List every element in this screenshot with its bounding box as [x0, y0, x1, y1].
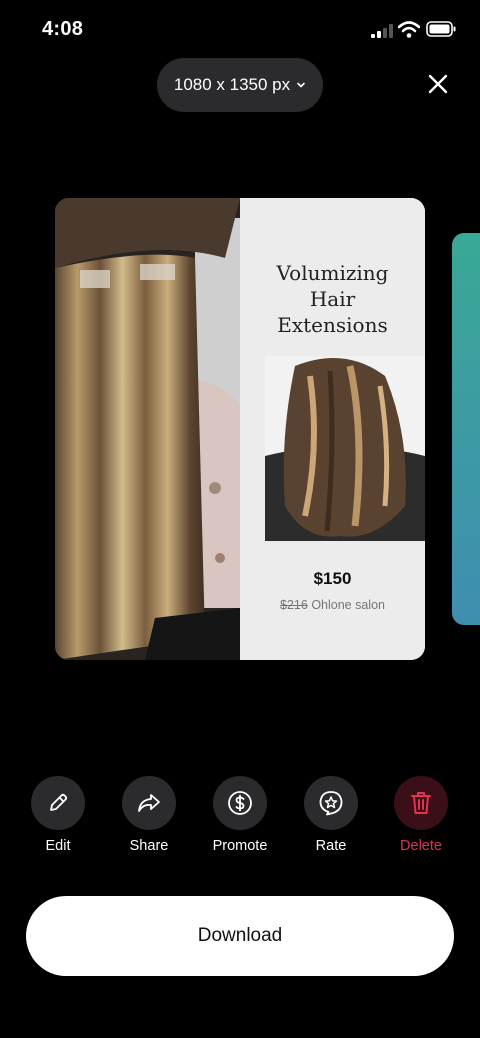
salon-name: Ohlone salon: [311, 598, 385, 612]
status-bar: 4:08: [0, 0, 480, 60]
delete-label: Delete: [400, 838, 442, 854]
title-line: Extensions: [277, 313, 388, 337]
download-button[interactable]: Download: [26, 896, 454, 976]
next-card-preview[interactable]: [452, 233, 480, 625]
promote-button-circle[interactable]: [213, 776, 267, 830]
edit-button[interactable]: Edit: [18, 776, 98, 854]
trash-icon: [411, 792, 431, 814]
size-label: 1080 x 1350 px: [173, 75, 291, 94]
pencil-icon: [50, 793, 68, 811]
price-subtext: $216 Ohlone salon: [240, 598, 425, 612]
rate-button-circle[interactable]: [304, 776, 358, 830]
share-button[interactable]: Share: [109, 776, 189, 854]
action-row: Edit Share Promote Rate Delete: [0, 776, 480, 856]
rate-label: Rate: [315, 838, 347, 854]
delete-button-circle[interactable]: [394, 776, 448, 830]
delete-button[interactable]: Delete: [381, 776, 461, 854]
cellular-signal-icon: [371, 24, 393, 38]
chevron-down-icon: [297, 82, 305, 88]
edit-button-circle[interactable]: [31, 776, 85, 830]
wifi-icon: [398, 21, 420, 38]
share-arrow-icon: [138, 794, 160, 812]
dollar-icon: [228, 791, 252, 815]
promote-label: Promote: [212, 838, 268, 854]
close-icon: [428, 74, 448, 94]
close-button[interactable]: [420, 66, 456, 102]
title-line: Volumizing: [276, 261, 389, 285]
product-panel: Volumizing Hair Extensions $150 $216 Ohl…: [240, 198, 425, 660]
size-selector[interactable]: 1080 x 1350 px: [157, 58, 323, 112]
edit-label: Edit: [45, 838, 71, 854]
promote-button[interactable]: Promote: [200, 776, 280, 854]
share-label: Share: [129, 838, 169, 854]
title-line: Hair: [309, 287, 356, 311]
old-price: $216: [280, 598, 308, 612]
product-title: Volumizing Hair Extensions: [240, 260, 425, 338]
rate-button[interactable]: Rate: [291, 776, 371, 854]
status-time: 4:08: [42, 18, 84, 40]
battery-icon: [426, 21, 456, 37]
share-button-circle[interactable]: [122, 776, 176, 830]
star-badge-icon: [319, 791, 343, 816]
product-price: $150: [313, 569, 352, 588]
hair-extension-photo: [55, 198, 240, 660]
product-image: [265, 356, 425, 541]
preview-card[interactable]: Volumizing Hair Extensions $150 $216 Ohl…: [55, 198, 425, 660]
